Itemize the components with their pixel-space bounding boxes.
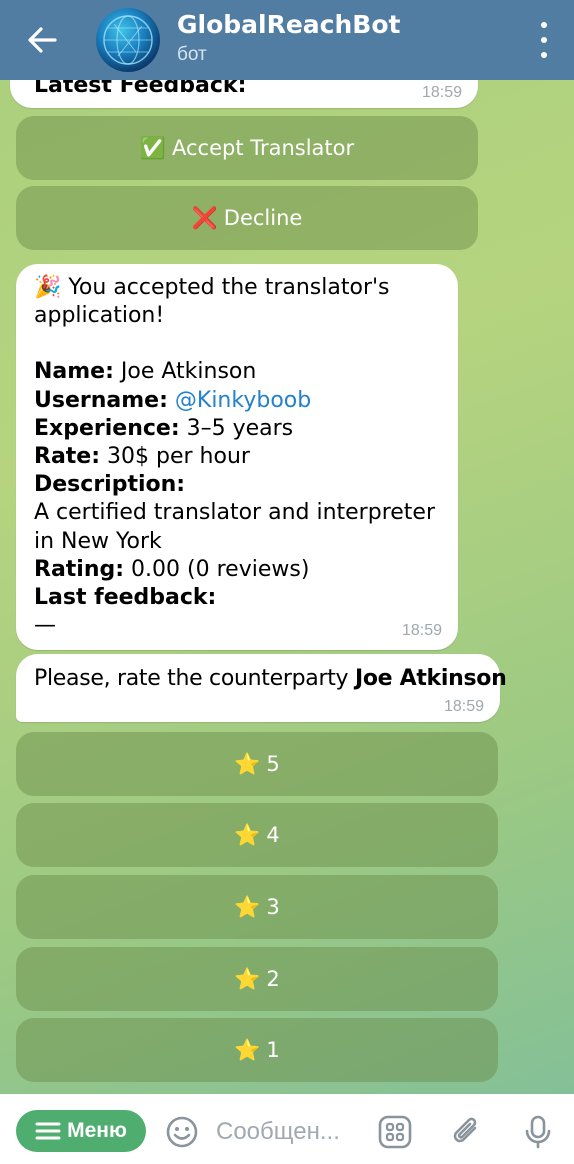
rating-label: 4 bbox=[266, 823, 280, 847]
description-label: Description: bbox=[34, 472, 186, 498]
feedback-label: Last feedback: bbox=[34, 585, 217, 611]
microphone-icon[interactable] bbox=[520, 1114, 556, 1150]
star-icon: ⭐ bbox=[234, 822, 261, 847]
message-input[interactable]: Сообщен... bbox=[216, 1118, 340, 1146]
star-icon: ⭐ bbox=[234, 751, 261, 776]
name-value: Joe Atkinson bbox=[113, 359, 257, 385]
party-popper-icon: 🎉 bbox=[34, 275, 62, 300]
back-button[interactable] bbox=[22, 20, 62, 60]
accepted-message-body: 🎉 You accepted the translator's applicat… bbox=[34, 274, 444, 640]
chat-header: GlobalReachBot бот bbox=[0, 0, 574, 80]
rating-button-1[interactable]: ⭐ 1 bbox=[16, 1018, 498, 1082]
username-link[interactable]: @Kinkyboob bbox=[175, 388, 311, 413]
message-input-bar: Меню Сообщен... bbox=[0, 1094, 574, 1164]
counterparty-name: Joe Atkinson bbox=[354, 666, 507, 691]
rating-label: 2 bbox=[266, 967, 280, 991]
rating-button-3[interactable]: ⭐ 3 bbox=[16, 875, 498, 939]
rating-label: 1 bbox=[266, 1038, 280, 1062]
star-icon: ⭐ bbox=[234, 966, 261, 991]
rate-message-text: Please, rate the counterparty Joe Atkins… bbox=[34, 665, 507, 693]
rating-label: 3 bbox=[266, 895, 280, 919]
rate-prompt: Please, rate the counterparty bbox=[34, 666, 355, 691]
bot-avatar[interactable] bbox=[96, 8, 160, 72]
rating-button-2[interactable]: ⭐ 2 bbox=[16, 947, 498, 1011]
rate-value: 30$ per hour bbox=[100, 444, 250, 470]
message-time: 18:59 bbox=[401, 622, 442, 639]
star-icon: ⭐ bbox=[234, 894, 261, 919]
grid-icon[interactable] bbox=[377, 1114, 413, 1150]
check-icon: ✅ bbox=[139, 135, 166, 160]
name-label: Name: bbox=[34, 359, 114, 385]
paperclip-icon[interactable] bbox=[448, 1114, 484, 1150]
menu-button[interactable]: Меню bbox=[16, 1110, 146, 1152]
button-label: Decline bbox=[223, 206, 303, 230]
chat-title[interactable]: GlobalReachBot bbox=[177, 10, 400, 39]
rating-label: 5 bbox=[266, 752, 280, 776]
accepted-message-bubble: 🎉 You accepted the translator's applicat… bbox=[16, 264, 458, 650]
rate-message-bubble: Please, rate the counterparty Joe Atkins… bbox=[16, 654, 507, 722]
rating-button-4[interactable]: ⭐ 4 bbox=[16, 803, 498, 867]
button-label: Accept Translator bbox=[171, 136, 355, 160]
feedback-value: — bbox=[34, 613, 56, 639]
accept-intro: You accepted the translator's applicatio… bbox=[34, 275, 390, 329]
description-value: A certified translator and interpreter i… bbox=[34, 500, 435, 554]
kebab-icon[interactable] bbox=[534, 22, 554, 58]
experience-value: 3–5 years bbox=[179, 415, 294, 441]
experience-label: Experience: bbox=[34, 415, 180, 441]
rating-label: Rating: bbox=[34, 556, 125, 582]
cross-icon: ❌ bbox=[191, 205, 218, 230]
rate-label: Rate: bbox=[34, 444, 101, 470]
username-label: Username: bbox=[34, 387, 168, 413]
star-icon: ⭐ bbox=[234, 1037, 261, 1062]
globe-icon bbox=[103, 15, 153, 65]
menu-label: Меню bbox=[67, 1119, 127, 1142]
chat-subtitle: бот bbox=[177, 44, 207, 65]
message-time: 18:59 bbox=[421, 84, 462, 101]
message-time: 18:59 bbox=[443, 698, 484, 715]
arrow-left-icon bbox=[28, 27, 57, 53]
rating-button-5[interactable]: ⭐ 5 bbox=[16, 732, 498, 796]
accept-translator-button[interactable]: ✅ Accept Translator bbox=[16, 116, 478, 180]
rating-value: 0.00 (0 reviews) bbox=[124, 556, 310, 582]
decline-button[interactable]: ❌ Decline bbox=[16, 186, 478, 250]
hamburger-icon bbox=[35, 1122, 61, 1140]
smiley-icon[interactable] bbox=[164, 1114, 200, 1150]
